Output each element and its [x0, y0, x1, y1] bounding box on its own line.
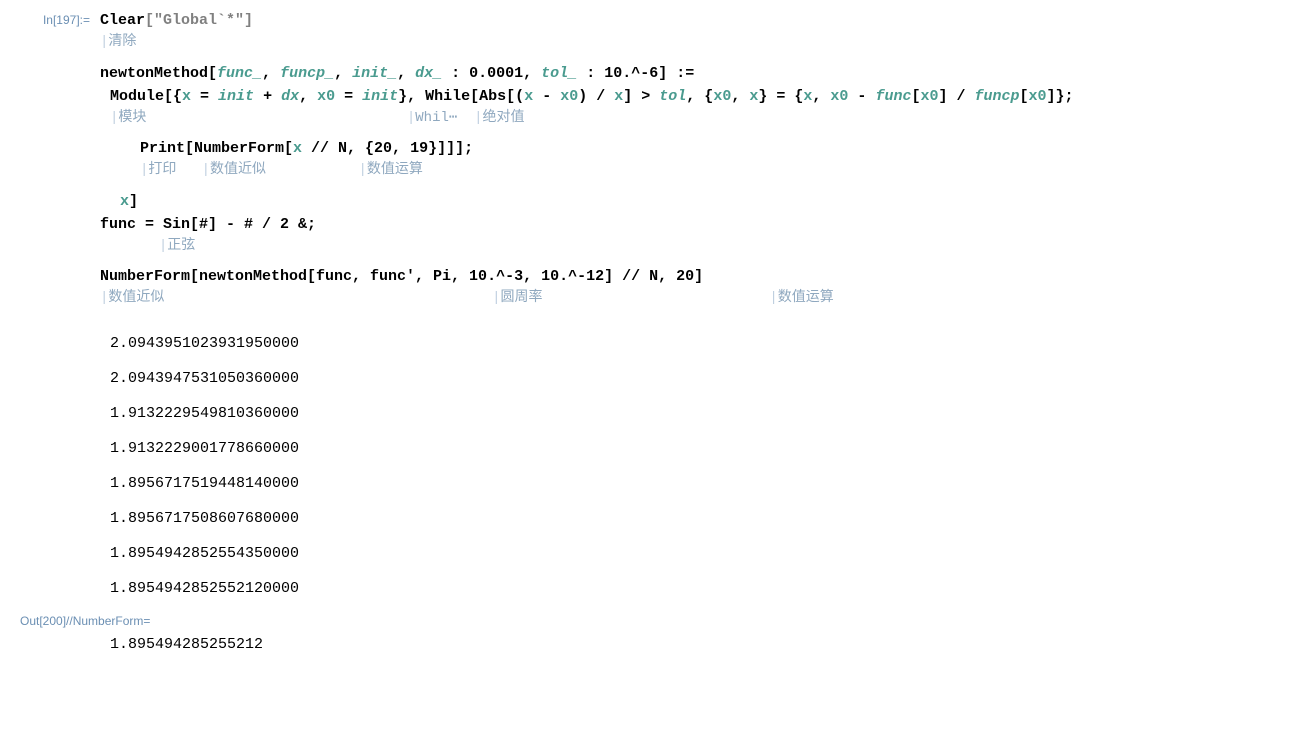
- code-block[interactable]: Clear["Global`*"] |清除 newtonMethod[func_…: [100, 10, 1288, 319]
- annotation-6: |正弦: [100, 237, 1288, 257]
- output-line: 1.8956717508607680000: [110, 508, 1288, 529]
- annotation-1: |清除: [100, 33, 1288, 53]
- code-line-3[interactable]: Module[{x = init + dx, x0 = init}, While…: [100, 86, 1288, 107]
- output-line: 1.9132229001778660000: [110, 438, 1288, 459]
- print-output: 2.0943951023931950000 2.0943947531050360…: [110, 333, 1288, 599]
- output-line: 1.8954942852554350000: [110, 543, 1288, 564]
- code-line-4[interactable]: Print[NumberForm[x // N, {20, 19}]]];: [100, 138, 1288, 159]
- code-line-2[interactable]: newtonMethod[func_, funcp_, init_, dx_ :…: [100, 63, 1288, 84]
- out-label: Out[200]//NumberForm=: [20, 613, 1288, 630]
- code-line-5[interactable]: x]: [100, 191, 1288, 212]
- annotation-3: |模块 |Whil⋯ |绝对值: [100, 109, 1288, 129]
- output-line: 1.9132229549810360000: [110, 403, 1288, 424]
- annotation-4: |打印 |数值近似 |数值运算: [100, 161, 1288, 181]
- code-line-7[interactable]: NumberForm[newtonMethod[func, func', Pi,…: [100, 266, 1288, 287]
- in-label: In[197]:=: [20, 10, 100, 29]
- output-line: 1.8954942852552120000: [110, 578, 1288, 599]
- code-line-1[interactable]: Clear["Global`*"]: [100, 10, 1288, 31]
- output-line: 2.0943951023931950000: [110, 333, 1288, 354]
- final-output: 1.895494285255212: [110, 634, 1288, 655]
- code-line-6[interactable]: func = Sin[#] - # / 2 &;: [100, 214, 1288, 235]
- input-cell[interactable]: In[197]:= Clear["Global`*"] |清除 newtonMe…: [20, 10, 1288, 319]
- output-line: 2.0943947531050360000: [110, 368, 1288, 389]
- output-line: 1.8956717519448140000: [110, 473, 1288, 494]
- annotation-7: |数值近似 |圆周率 |数值运算: [100, 289, 1288, 309]
- output-cell: Out[200]//NumberForm= 1.895494285255212: [20, 613, 1288, 655]
